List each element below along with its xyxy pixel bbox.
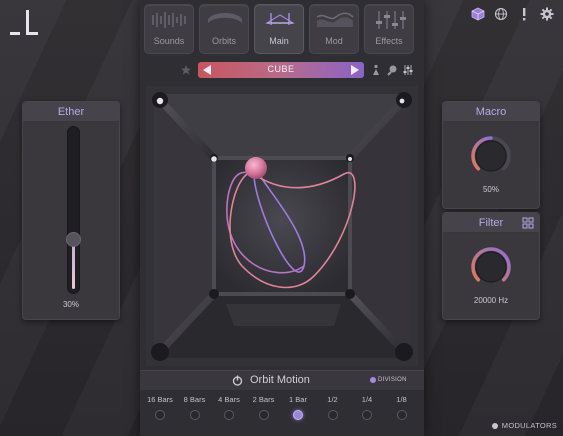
power-icon[interactable] (232, 375, 243, 386)
main-panel: Sounds Orbits Main Mod Effects CUBE Orbi… (140, 0, 424, 436)
top-toolbar (470, 6, 555, 22)
modulators-toggle[interactable]: MODULATORS (491, 421, 557, 430)
cube-icon[interactable] (470, 6, 486, 22)
tab-orbits-label: Orbits (211, 36, 236, 46)
division-option-radio[interactable] (327, 410, 338, 420)
ether-title: Ether (23, 102, 119, 122)
ether-slider-fill (72, 241, 75, 289)
orbit-motion-header: Orbit Motion DIVISION (140, 370, 424, 390)
division-option[interactable]: 1 Bar (280, 392, 316, 420)
tab-main[interactable]: Main (254, 4, 304, 54)
cube-back-face (212, 158, 352, 296)
randomize-icon[interactable] (386, 64, 398, 76)
orbit-cube-visualizer[interactable] (146, 86, 418, 366)
division-option-radio[interactable] (396, 410, 407, 420)
grid-icon[interactable] (522, 217, 534, 229)
preset-selector: CUBE (180, 62, 420, 78)
tab-mod[interactable]: Mod (309, 4, 359, 54)
division-option[interactable]: 16 Bars (142, 392, 178, 420)
division-option[interactable]: 2 Bars (246, 392, 282, 420)
modulators-label: MODULATORS (501, 421, 557, 430)
division-option-label: 16 Bars (147, 395, 173, 404)
division-option-radio[interactable] (189, 410, 200, 420)
division-option-label: 1/8 (396, 395, 407, 404)
macro-title: Macro (443, 102, 539, 122)
modulators-indicator (491, 422, 498, 429)
mod-icon (316, 12, 354, 27)
next-preset-arrow-icon[interactable] (349, 64, 361, 76)
tab-sounds[interactable]: Sounds (144, 4, 194, 54)
division-option[interactable]: 8 Bars (177, 392, 213, 420)
division-option-label: 1/4 (361, 395, 373, 404)
knob-body (475, 140, 507, 172)
tab-sounds-label: Sounds (153, 36, 185, 46)
orbit-ball[interactable] (245, 157, 267, 179)
division-option-label: 1 Bar (289, 395, 307, 404)
division-option-radio[interactable] (155, 410, 165, 420)
division-option-radio[interactable] (224, 410, 234, 420)
macro-panel: Macro 50% (442, 101, 540, 209)
division-option[interactable]: 1/8 (384, 392, 420, 420)
division-option-radio[interactable] (293, 410, 303, 420)
globe-icon[interactable] (493, 6, 509, 22)
tab-effects-label: Effects (375, 36, 403, 46)
ether-slider-handle[interactable] (66, 232, 81, 247)
main-icon (264, 13, 296, 25)
division-option[interactable]: 1/2 (315, 392, 351, 420)
division-selector: 16 Bars 8 Bars 4 Bars 2 Bars 1 Bar 1/2 1/4 1/8 (140, 392, 424, 432)
alert-icon[interactable] (516, 6, 532, 22)
filter-knob[interactable] (467, 243, 515, 291)
sounds-waveform-icon (152, 12, 186, 28)
ether-value: 30% (62, 300, 79, 309)
tab-mod-label: Mod (325, 36, 343, 46)
filter-value: 20000 Hz (473, 296, 509, 305)
macro-value: 50% (482, 185, 499, 194)
settings-sliders-icon[interactable] (402, 64, 414, 76)
macro-knob[interactable] (467, 132, 515, 180)
division-option-label: 1/2 (327, 395, 338, 404)
cube-floor-shadow (226, 304, 341, 326)
tab-main-label: Main (269, 36, 289, 46)
preset-name: CUBE (267, 64, 295, 74)
ether-panel: Ether 30% (22, 101, 120, 320)
filter-panel: Filter 20000 Hz (442, 212, 540, 320)
division-option-label: 8 Bars (183, 395, 206, 404)
division-option[interactable]: 4 Bars (211, 392, 247, 420)
division-option[interactable]: 1/4 (349, 392, 385, 420)
preset-bar[interactable]: CUBE (198, 62, 364, 78)
figure-icon[interactable] (370, 64, 382, 76)
division-indicator[interactable] (370, 377, 376, 383)
orbits-icon (208, 13, 242, 23)
division-label[interactable]: DIVISION (378, 377, 407, 383)
tab-bar: Sounds Orbits Main Mod Effects (144, 4, 414, 54)
effects-sliders-icon (376, 11, 406, 29)
star-icon[interactable] (180, 64, 192, 76)
gear-icon[interactable] (539, 6, 555, 22)
division-option-label: 2 Bars (252, 395, 275, 404)
preset-tools (370, 64, 414, 76)
division-option-label: 4 Bars (218, 395, 240, 404)
tab-orbits[interactable]: Orbits (199, 4, 249, 54)
orbit-motion-title: Orbit Motion (250, 374, 310, 386)
knob-body (475, 251, 507, 283)
division-option-radio[interactable] (258, 410, 269, 420)
division-option-radio[interactable] (362, 410, 372, 420)
ether-slider[interactable] (66, 126, 81, 294)
app-logo (10, 10, 38, 35)
tab-effects[interactable]: Effects (364, 4, 414, 54)
